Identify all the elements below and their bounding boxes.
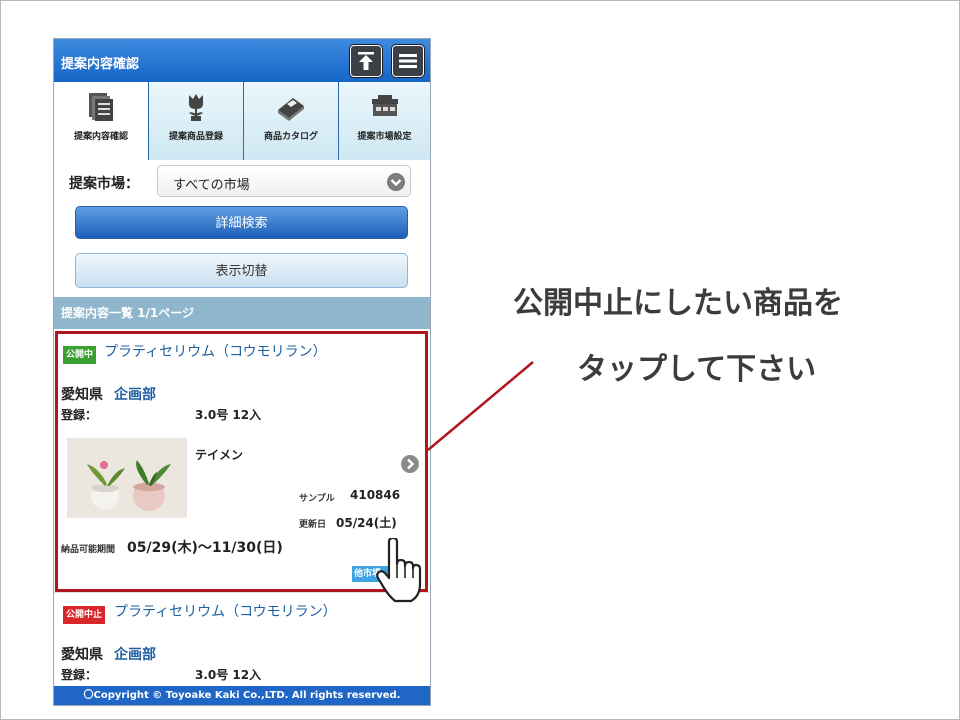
menu-icon [399, 54, 417, 68]
detail-search-button[interactable]: 詳細検索 [75, 206, 408, 239]
tab-product-register[interactable]: 提案商品登録 [149, 82, 244, 160]
market-select[interactable]: すべての市場 [157, 165, 411, 197]
tulip-icon [189, 94, 203, 121]
tab-label: 提案商品登録 [168, 132, 223, 142]
copyright-footer: 〇Copyright © Toyoake Kaki Co.,LTD. All r… [54, 686, 430, 705]
tab-label: 提案内容確認 [73, 132, 128, 142]
page-title: 提案内容確認 [61, 57, 140, 72]
product-name[interactable]: プラティセリウム（コウモリラン） [114, 601, 337, 621]
app-header: 提案内容確認 [54, 39, 430, 82]
prefecture: 愛知県 [61, 647, 103, 663]
department: 企画部 [114, 647, 156, 663]
instruction-line-2: タップして下さい [577, 352, 817, 387]
instruction-line-1: 公開中止にしたい商品を [513, 286, 843, 321]
tab-label: 商品カタログ [263, 132, 318, 142]
menu-button[interactable] [392, 45, 424, 77]
tab-proposal-confirm[interactable]: 提案内容確認 [54, 82, 149, 160]
list-header: 提案内容一覧 1/1ページ [54, 297, 430, 329]
product-spec: 3.0号 12入 [195, 668, 262, 682]
toggle-view-button[interactable]: 表示切替 [75, 253, 408, 288]
chevron-down-icon [387, 173, 405, 191]
highlight-box [55, 331, 428, 592]
list-item[interactable]: 公開中止 プラティセリウム（コウモリラン） 愛知県 企画部 登録： 3.0号 1… [54, 592, 430, 687]
tab-market-settings[interactable]: 提案市場設定 [339, 82, 430, 160]
market-label: 提案市場： [69, 176, 139, 192]
document-stack-icon [89, 93, 113, 121]
market-select-value: すべての市場 [173, 178, 250, 193]
tap-hand-icon [376, 538, 422, 603]
status-badge: 公開中止 [63, 606, 106, 624]
tab-catalog[interactable]: 商品カタログ [244, 82, 339, 160]
catalog-book-icon [278, 98, 304, 121]
scroll-top-button[interactable] [350, 45, 382, 77]
tab-label: 提案市場設定 [357, 132, 412, 142]
tab-bar: 提案内容確認 提案商品登録 商品カタログ 提案市場設定 [54, 82, 430, 160]
upload-top-icon [358, 52, 374, 70]
registration-label: 登録： [61, 668, 98, 682]
market-building-icon [371, 95, 398, 116]
